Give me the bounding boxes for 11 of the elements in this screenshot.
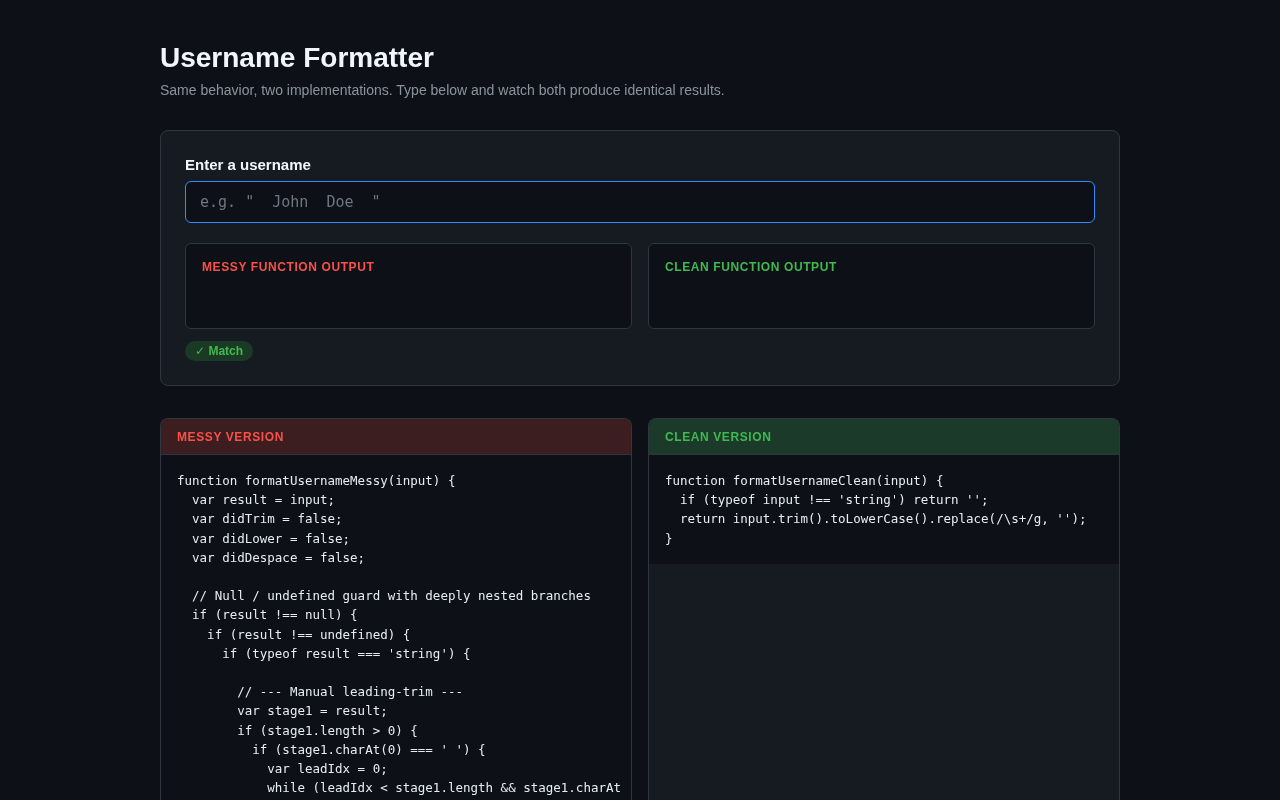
page-title: Username Formatter [160,41,435,75]
page-subtitle: Same behavior, two implementations. Type below and watch both produce identical results. [160,81,725,100]
panel-header: MESSY VERSION [161,419,631,455]
field-label: Enter a username [185,155,311,175]
username-field[interactable]: e.g. " John Doe " [185,181,1095,223]
panel-header: CLEAN VERSION [649,419,1119,455]
output-label: CLEAN FUNCTION OUTPUT [665,260,837,274]
code-listing: function formatUsernameMessy(input) { var result = input; var didTrim = false; var didLower = false; var didDespace = false; // Null / undefined guard with deeply nested branches if (result !== null) { if (result !== undefined) { if (typeof result === 'string') { // --- Manual leading-trim --- var stage1 = result; if (stage1.length > 0) { if (stage1.charAt(0) === ' ') { var leadIdx = 0; while (leadIdx < stage1.length && stage1.charAt [161,455,631,800]
match-status-tag: ✓ Match [185,341,254,361]
output-label: MESSY FUNCTION OUTPUT [202,260,375,274]
code-listing: function formatUsernameClean(input) { if (typeof input !== 'string') return ''; return input.trim().toLowerCase().replace(/\s+/g, ''); } [649,455,1119,564]
